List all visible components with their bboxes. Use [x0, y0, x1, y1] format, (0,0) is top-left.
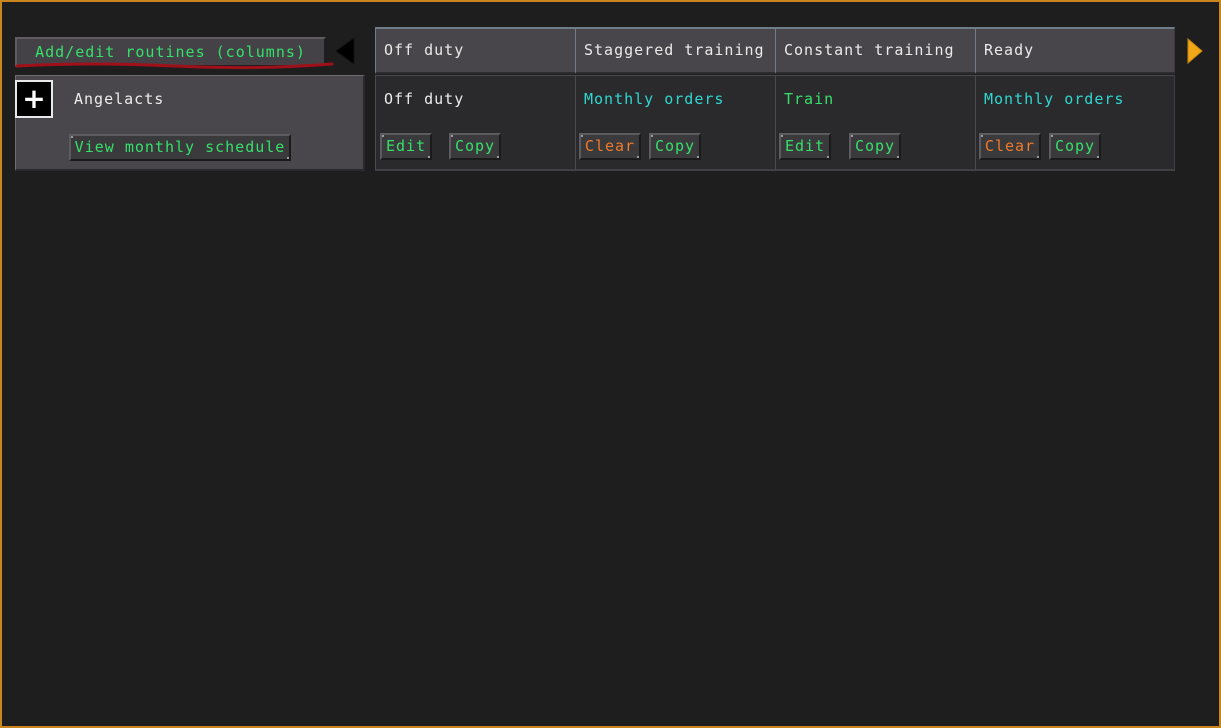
right-triangle-icon[interactable]	[1186, 38, 1204, 64]
column-header[interactable]: Constant training	[775, 27, 976, 74]
routine-cell: Train Edit Copy	[775, 75, 976, 171]
edit-button[interactable]: Edit	[779, 133, 831, 160]
copy-button[interactable]: Copy	[1049, 133, 1101, 160]
red-underline-annotation	[15, 62, 334, 70]
squad-name: Angelacts	[74, 90, 165, 108]
left-triangle-icon[interactable]	[334, 37, 356, 65]
copy-button[interactable]: Copy	[449, 133, 501, 160]
routine-cell: Off duty Edit Copy	[375, 75, 576, 171]
column-header[interactable]: Off duty	[375, 27, 576, 74]
copy-button[interactable]: Copy	[649, 133, 701, 160]
edit-button[interactable]: Edit	[380, 133, 432, 160]
view-monthly-schedule-button[interactable]: View monthly schedule	[69, 134, 291, 161]
clear-button[interactable]: Clear	[979, 133, 1041, 160]
routine-label: Off duty	[384, 90, 465, 108]
copy-button[interactable]: Copy	[849, 133, 901, 160]
routine-label: Monthly orders	[984, 90, 1125, 108]
routine-cell: Monthly orders Clear Copy	[975, 75, 1175, 171]
routine-cell: Monthly orders Clear Copy	[575, 75, 776, 171]
clear-button[interactable]: Clear	[579, 133, 641, 160]
column-header[interactable]: Ready	[975, 27, 1175, 74]
plus-icon[interactable]: +	[15, 80, 53, 118]
column-header[interactable]: Staggered training	[575, 27, 776, 74]
routine-label: Monthly orders	[584, 90, 725, 108]
routine-label: Train	[784, 90, 835, 108]
